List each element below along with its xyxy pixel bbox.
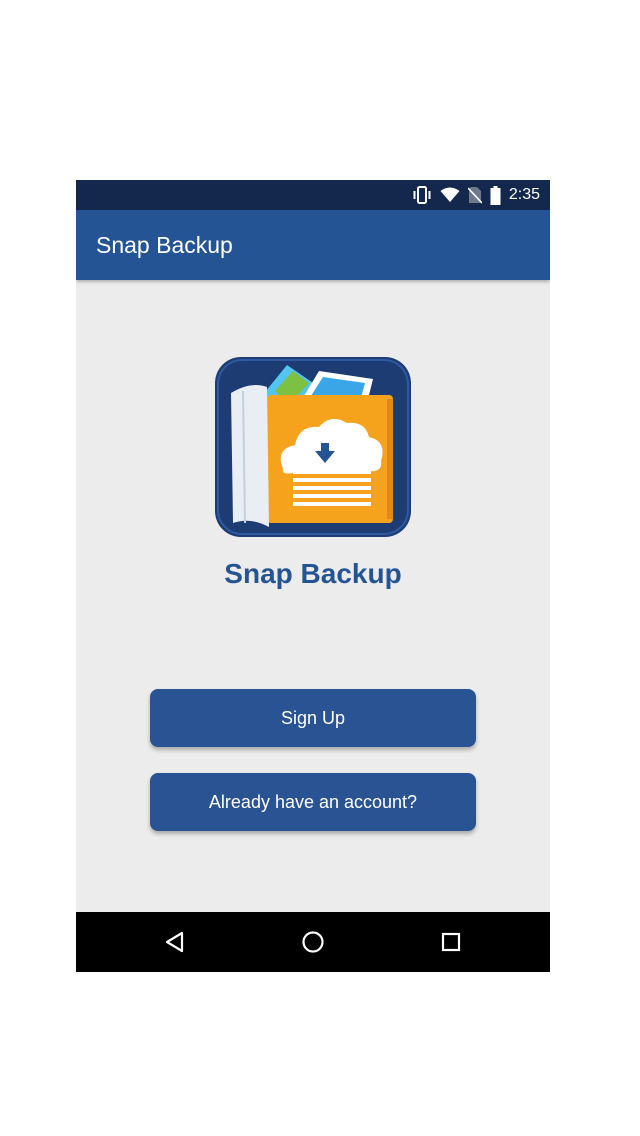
back-icon[interactable] — [162, 929, 188, 955]
app-name-heading: Snap Backup — [224, 558, 402, 589]
status-time: 2:35 — [508, 186, 540, 203]
navigation-bar — [76, 912, 550, 972]
no-sim-icon — [467, 186, 482, 204]
login-button[interactable]: Already have an account? — [150, 773, 476, 831]
sign-up-button[interactable]: Sign Up — [150, 689, 476, 747]
app-bar: Snap Backup — [76, 210, 550, 280]
vibrate-icon — [412, 186, 432, 204]
app-bar-title: Snap Backup — [96, 232, 233, 258]
status-icons: 2:35 — [412, 180, 540, 210]
phone-screen: 2:35 Snap Backup Snap Backup Sign Up Alr… — [76, 180, 550, 972]
snap-backup-logo-icon — [215, 357, 411, 537]
battery-icon — [490, 185, 501, 205]
wifi-icon — [440, 187, 460, 203]
recents-icon[interactable] — [438, 929, 464, 955]
home-icon[interactable] — [300, 929, 326, 955]
status-bar: 2:35 — [76, 180, 550, 210]
